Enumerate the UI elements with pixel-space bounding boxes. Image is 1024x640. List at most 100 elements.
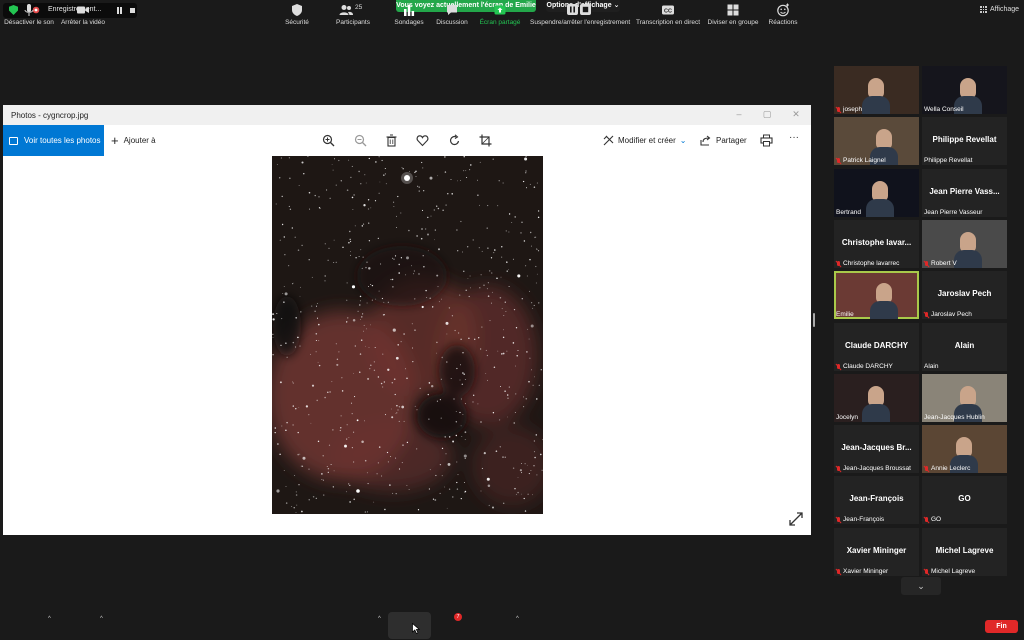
edit-and-create-button[interactable]: Modifier et créer ⌄: [603, 125, 687, 156]
participant-tile[interactable]: Jocelyn: [834, 374, 919, 422]
participant-tile[interactable]: Patrick Laignel: [834, 117, 919, 165]
participant-display-name: Xavier Mininger: [846, 546, 907, 555]
polls-button[interactable]: Sondages: [392, 3, 426, 32]
participant-tile[interactable]: Emilie: [834, 271, 919, 319]
share-screen-icon: [494, 5, 506, 15]
participant-tile[interactable]: Robert V: [922, 220, 1007, 268]
muted-mic-icon: [924, 568, 929, 575]
participant-name: Xavier Mininger: [843, 568, 889, 575]
pause-recording-icon[interactable]: [117, 7, 123, 14]
participant-name: Jocelyn: [836, 414, 859, 421]
delete-icon[interactable]: [385, 134, 398, 147]
zoom-meeting-window: Enregistrement... Vous voyez actuellemen…: [0, 0, 1024, 640]
participant-name-label: Robert V: [924, 260, 957, 267]
participant-tile[interactable]: Jean-Jacques Hublin: [922, 374, 1007, 422]
participant-display-name: Jaroslav Pech: [937, 289, 992, 298]
print-icon[interactable]: [760, 134, 773, 147]
crop-icon[interactable]: [479, 134, 492, 147]
share-options-caret-icon[interactable]: ^: [516, 616, 519, 622]
participant-name: Annie Leclerc: [931, 465, 971, 472]
participant-name-label: Christophe lavarrec: [836, 260, 899, 267]
photos-title: Photos - cygncrop.jpg: [11, 111, 89, 120]
participant-name-label: Jaroslav Pech: [924, 311, 972, 318]
participant-tile[interactable]: joseph: [834, 66, 919, 114]
participant-name: Philippe Revellat: [924, 157, 973, 164]
muted-mic-icon: [836, 516, 841, 523]
closed-caption-icon: CC: [662, 5, 674, 15]
participant-name: Wella Conseil: [924, 106, 964, 113]
participant-name: Emilie: [836, 311, 854, 318]
participants-button[interactable]: 25 Participants: [333, 3, 373, 32]
participant-tile[interactable]: Wella Conseil: [922, 66, 1007, 114]
participant-tile[interactable]: Alain Alain: [922, 323, 1007, 371]
layout-button[interactable]: Affichage: [980, 6, 1019, 13]
rotate-icon[interactable]: [448, 134, 461, 147]
participant-name: Jean-François: [843, 516, 885, 523]
chat-button[interactable]: Discussion: [434, 3, 470, 32]
participant-video-face: [960, 386, 976, 406]
reactions-button[interactable]: Réactions: [766, 3, 800, 32]
chevron-down-icon: ⌄: [679, 136, 687, 145]
fullscreen-icon[interactable]: [789, 512, 803, 526]
participant-video-face: [876, 283, 892, 303]
participant-video-body: [870, 301, 898, 319]
stop-video-button[interactable]: Arrêter la vidéo: [60, 3, 106, 32]
participant-name: Christophe lavarrec: [843, 260, 900, 267]
mute-button[interactable]: Désactiver le son: [4, 3, 54, 32]
zoom-out-icon[interactable]: [354, 134, 367, 147]
muted-mic-icon: [924, 465, 929, 472]
participant-name-label: Emilie: [836, 311, 854, 318]
see-all-photos-button[interactable]: Voir toutes les photos: [3, 125, 104, 156]
participant-name: Patrick Laignel: [843, 157, 886, 164]
participant-tile[interactable]: Jaroslav Pech Jaroslav Pech: [922, 271, 1007, 319]
end-meeting-button[interactable]: Fin: [985, 620, 1018, 633]
gallery-next-page-button[interactable]: ⌄: [901, 577, 941, 595]
participant-video-face: [960, 78, 976, 98]
photos-share-button[interactable]: Partager: [700, 125, 747, 156]
participant-tile[interactable]: Jean-François Jean-François: [834, 476, 919, 524]
muted-mic-icon: [924, 516, 929, 523]
participant-tile[interactable]: Annie Leclerc: [922, 425, 1007, 473]
participant-tile[interactable]: Claude DARCHY Claude DARCHY: [834, 323, 919, 371]
reactions-label: Réactions: [768, 19, 798, 26]
minimize-icon[interactable]: –: [734, 109, 744, 119]
muted-mic-icon: [836, 363, 841, 370]
nebula-photo: [272, 156, 543, 514]
participant-name-label: joseph: [836, 106, 862, 113]
breakout-rooms-button[interactable]: Diviser en groupe: [706, 3, 760, 32]
participant-tile[interactable]: Philippe Revellat Philippe Revellat: [922, 117, 1007, 165]
panel-splitter-handle[interactable]: [813, 313, 815, 327]
audio-options-caret-icon[interactable]: ^: [48, 616, 51, 622]
close-icon[interactable]: ✕: [791, 109, 801, 119]
chat-bubble-icon: [447, 5, 457, 15]
participants-options-caret-icon[interactable]: ^: [378, 616, 381, 622]
participant-name-label: Alain: [924, 363, 938, 370]
participant-tile[interactable]: GO GO: [922, 476, 1007, 524]
microphone-icon: [24, 4, 34, 16]
security-button[interactable]: Sécurité: [282, 3, 312, 32]
more-options-icon[interactable]: ···: [789, 132, 802, 145]
security-label: Sécurité: [285, 19, 309, 26]
participant-name: Robert V: [931, 260, 957, 267]
participant-tile[interactable]: Bertrand: [834, 169, 919, 217]
participant-tile[interactable]: Christophe lavar... Christophe lavarrec: [834, 220, 919, 268]
live-transcript-button[interactable]: CC Transcription en direct: [636, 3, 700, 32]
zoom-in-icon[interactable]: [322, 134, 335, 147]
participant-display-name: Claude DARCHY: [844, 341, 909, 350]
participant-tile[interactable]: Michel Lagreve Michel Lagreve: [922, 528, 1007, 576]
stop-recording-icon[interactable]: [130, 8, 135, 13]
participant-name: Alain: [924, 363, 939, 370]
participant-tile[interactable]: Xavier Mininger Xavier Mininger: [834, 528, 919, 576]
share-screen-button[interactable]: Écran partagé: [478, 3, 522, 32]
heart-icon[interactable]: [416, 134, 429, 147]
maximize-icon[interactable]: ▢: [762, 109, 772, 119]
video-options-caret-icon[interactable]: ^: [100, 616, 103, 622]
participant-tile[interactable]: Jean Pierre Vass... Jean Pierre Vasseur: [922, 169, 1007, 217]
add-to-label: Ajouter à: [123, 136, 156, 145]
pause-stop-recording-button[interactable]: Suspendre/arrêter l'enregistrement: [530, 3, 630, 32]
stop-video-label: Arrêter la vidéo: [60, 19, 106, 26]
participant-tile[interactable]: Jean-Jacques Br... Jean-Jacques Broussat: [834, 425, 919, 473]
add-to-button[interactable]: + Ajouter à: [111, 125, 156, 156]
grid-icon: [980, 6, 987, 13]
video-camera-icon: [77, 6, 89, 14]
